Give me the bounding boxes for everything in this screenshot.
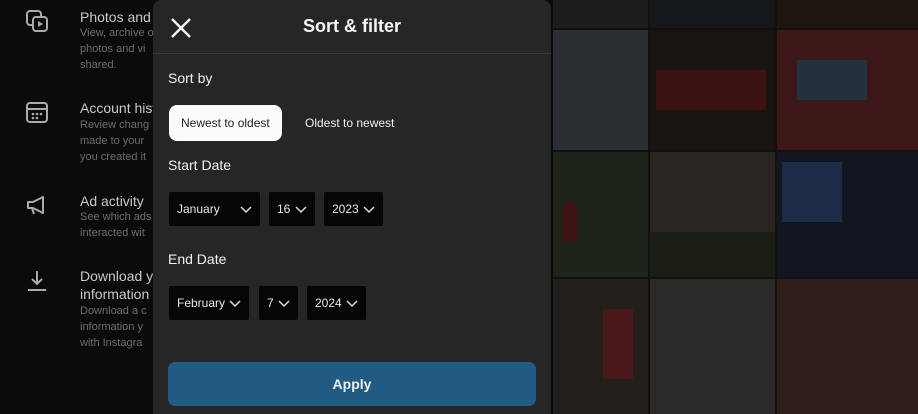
dialog-header: Sort & filter xyxy=(153,0,551,54)
photo-thumbnail[interactable] xyxy=(553,152,648,277)
end-date-label: End Date xyxy=(168,251,227,267)
photo-thumbnail[interactable] xyxy=(777,152,918,277)
start-date-label: Start Date xyxy=(168,157,232,173)
chevron-down-icon xyxy=(278,300,290,308)
download-icon xyxy=(24,268,50,294)
photo-thumbnail[interactable] xyxy=(777,30,918,150)
photos-icon xyxy=(24,8,50,34)
apply-button[interactable]: Apply xyxy=(168,362,536,406)
photo-grid xyxy=(553,0,918,414)
photo-thumbnail[interactable] xyxy=(553,0,648,28)
photo-thumbnail[interactable] xyxy=(777,0,918,28)
sidebar-item-desc: Review chang made to your you created it xyxy=(80,119,150,163)
end-year-value: 2024 xyxy=(315,296,342,310)
photo-thumbnail[interactable] xyxy=(650,0,775,28)
sidebar-item-title: Photos and xyxy=(80,9,151,25)
sidebar-item-title: Download y information xyxy=(80,268,154,302)
sort-by-label: Sort by xyxy=(168,70,213,86)
sidebar-item-title: Account hist xyxy=(80,100,157,116)
photo-thumbnail[interactable] xyxy=(553,30,648,150)
photo-thumbnail[interactable] xyxy=(553,279,648,414)
megaphone-icon xyxy=(24,192,50,218)
chevron-down-icon xyxy=(363,206,375,214)
chevron-down-icon xyxy=(229,300,241,308)
end-month-value: February xyxy=(177,296,226,310)
sidebar-item-desc: See which ads interacted wit xyxy=(80,211,152,239)
start-year-select[interactable]: 2023 xyxy=(324,192,383,226)
photo-thumbnail[interactable] xyxy=(650,30,775,150)
settings-sidebar: Photos and View, archive o photos and vi… xyxy=(0,0,160,414)
sidebar-item-title: Ad activity xyxy=(80,193,144,209)
start-month-value: January xyxy=(177,202,220,216)
sort-oldest-button[interactable]: Oldest to newest xyxy=(293,105,406,141)
end-day-value: 7 xyxy=(267,296,274,310)
sort-filter-dialog: Sort & filter Sort by Newest to oldest O… xyxy=(153,0,551,414)
sort-newest-button[interactable]: Newest to oldest xyxy=(169,105,282,141)
dialog-title: Sort & filter xyxy=(302,16,401,36)
chevron-down-icon xyxy=(240,206,252,214)
start-month-select[interactable]: January xyxy=(169,192,260,226)
end-month-select[interactable]: February xyxy=(169,286,249,320)
end-year-select[interactable]: 2024 xyxy=(307,286,366,320)
photo-thumbnail[interactable] xyxy=(650,152,775,277)
start-year-value: 2023 xyxy=(332,202,359,216)
photo-thumbnail[interactable] xyxy=(650,279,775,414)
photo-thumbnail[interactable] xyxy=(777,279,918,414)
start-day-select[interactable]: 16 xyxy=(269,192,315,226)
calendar-icon xyxy=(24,99,50,125)
start-day-value: 16 xyxy=(277,202,291,216)
sidebar-item-desc: View, archive o photos and vi shared. xyxy=(80,27,154,71)
end-day-select[interactable]: 7 xyxy=(259,286,298,320)
sidebar-item-desc: Download a c information y with Instagra xyxy=(80,305,147,349)
chevron-down-icon xyxy=(295,206,307,214)
chevron-down-icon xyxy=(346,300,358,308)
